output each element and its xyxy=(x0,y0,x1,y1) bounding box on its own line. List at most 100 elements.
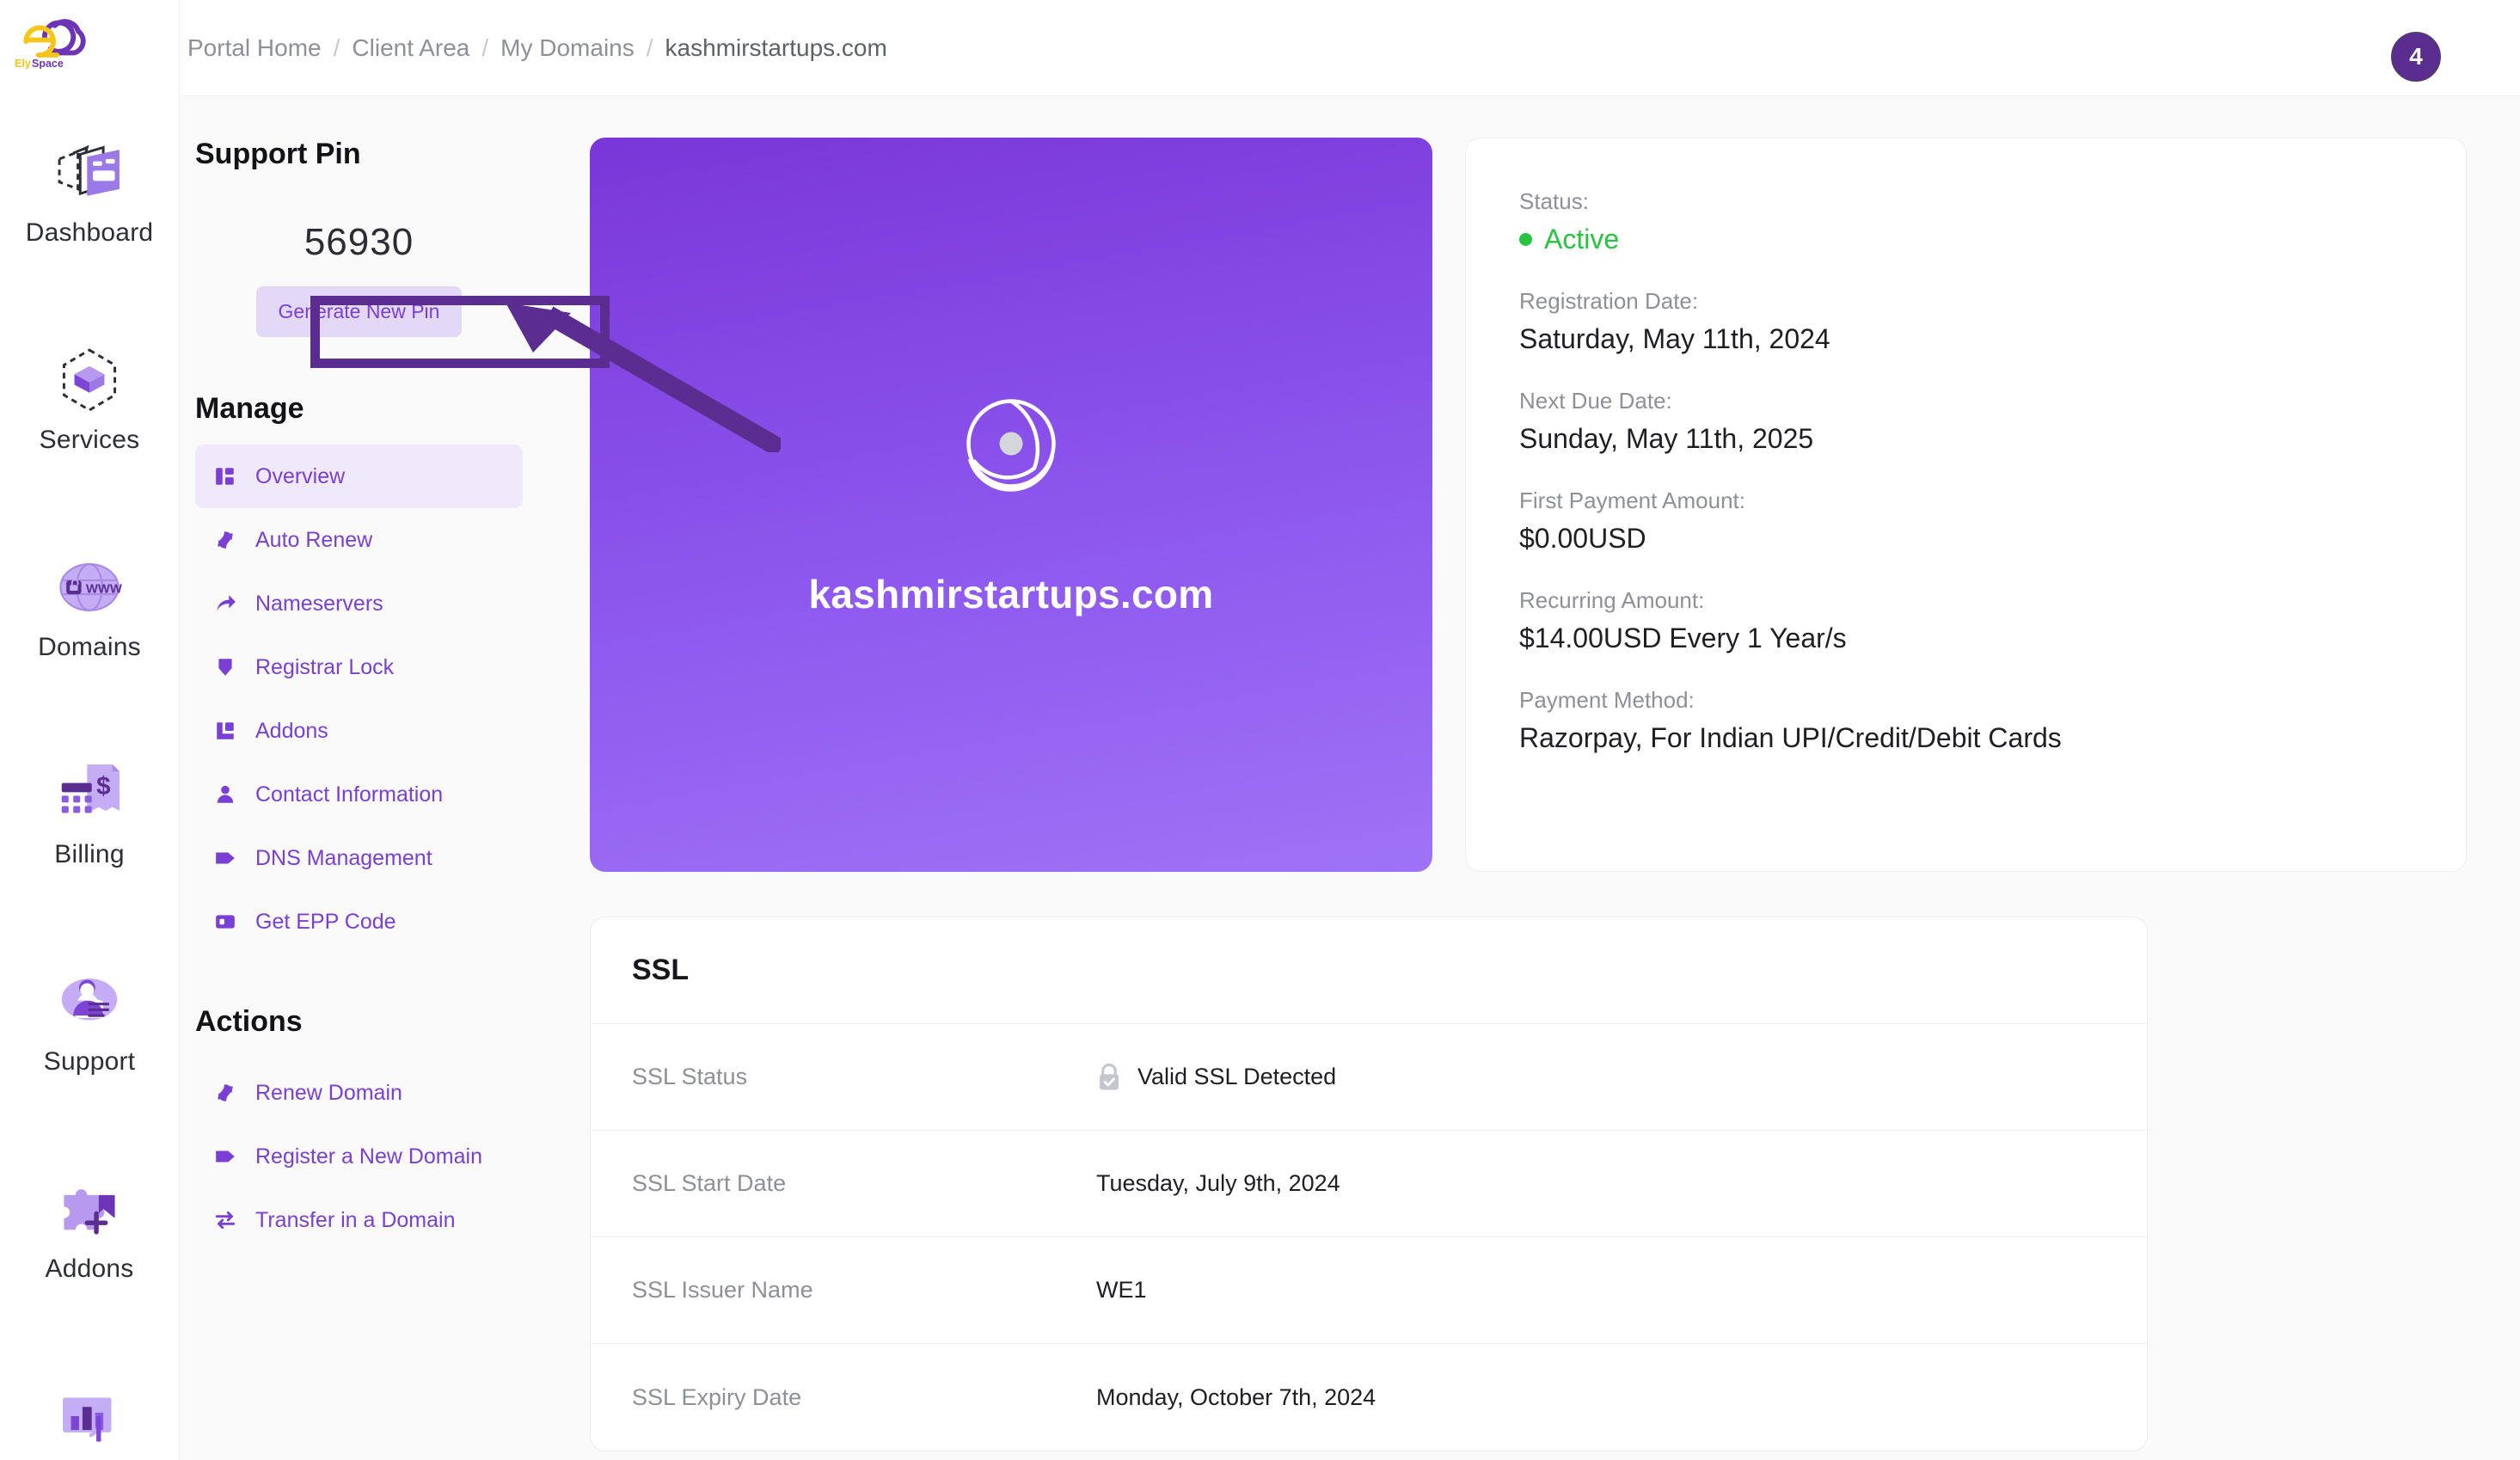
svg-text:WWW: WWW xyxy=(86,583,122,597)
sidebar-item-domains[interactable]: WWW Domains xyxy=(0,530,179,737)
addons-puzzle-plus-icon xyxy=(64,1189,115,1235)
detail-label-status: Status: xyxy=(1519,188,1589,214)
domains-globe-www-icon: WWW xyxy=(59,563,122,611)
domain-name-label: kashmirstartups.com xyxy=(808,572,1214,617)
code-box-icon xyxy=(216,915,235,929)
ssl-row-key: SSL Start Date xyxy=(632,1170,787,1196)
overview-row: kashmirstartups.com Status: Active Regis… xyxy=(590,138,2467,872)
action-item-register-new-domain[interactable]: Register a New Domain xyxy=(195,1125,523,1188)
sidebar-item-label: Support xyxy=(43,1047,136,1076)
menu-item-nameservers[interactable]: Nameservers xyxy=(195,572,523,635)
app-root: Ely Space Dashboard Services WWW Domains… xyxy=(0,0,2520,1460)
action-item-label: Transfer in a Domain xyxy=(255,1207,456,1232)
detail-label-first-payment-amount: First Payment Amount: xyxy=(1519,488,1745,513)
menu-item-get-epp-code[interactable]: Get EPP Code xyxy=(195,890,523,954)
breadcrumb-item-my-domains[interactable]: My Domains xyxy=(500,34,635,62)
sidebar-item-dashboard[interactable]: Dashboard xyxy=(0,115,179,322)
breadcrumb-separator: / xyxy=(481,34,489,61)
domain-details-card: Status: Active Registration Date: Saturd… xyxy=(1465,138,2467,872)
generate-new-pin-button[interactable]: Generate New Pin xyxy=(255,286,463,337)
main-area: Portal Home / Client Area / My Domains /… xyxy=(180,0,2520,1460)
sidebar-item-billing[interactable]: $ Billing xyxy=(0,737,179,944)
sidebar-item-label: Addons xyxy=(45,1254,134,1283)
topbar: Portal Home / Client Area / My Domains /… xyxy=(180,0,2520,96)
menu-item-label: DNS Management xyxy=(255,845,432,870)
actions-title: Actions xyxy=(195,1005,303,1038)
menu-item-overview[interactable]: Overview xyxy=(195,445,523,508)
tag-icon xyxy=(216,1150,235,1162)
detail-value-recurring-amount: $14.00USD Every 1 Year/s xyxy=(1519,623,1847,653)
menu-item-contact-information[interactable]: Contact Information xyxy=(195,763,523,826)
breadcrumb-item-portal-home[interactable]: Portal Home xyxy=(187,34,322,62)
detail-value-payment-method: Razorpay, For Indian UPI/Credit/Debit Ca… xyxy=(1519,722,2062,753)
auto-renew-icon xyxy=(218,531,233,549)
breadcrumb-separator: / xyxy=(333,34,340,61)
sidebar-item-label: Billing xyxy=(54,840,125,868)
breadcrumb: Portal Home / Client Area / My Domains /… xyxy=(187,34,887,62)
support-pin-block: 56930 Generate New Pin xyxy=(195,180,523,346)
ssl-status-text: Valid SSL Detected xyxy=(1137,1064,1337,1089)
addons-squares-icon xyxy=(217,722,234,739)
svg-text:Space: Space xyxy=(32,58,64,69)
ssl-card: SSL SSL Status Valid SSL Detected SSL St… xyxy=(590,917,2148,1451)
sidebar-item-services[interactable]: Services xyxy=(0,322,179,530)
ssl-row-key: SSL Status xyxy=(632,1064,748,1089)
ssl-row-value: Tuesday, July 9th, 2024 xyxy=(1096,1170,1340,1196)
menu-item-label: Nameservers xyxy=(255,591,383,616)
affiliates-chart-icon xyxy=(63,1397,112,1442)
action-item-label: Renew Domain xyxy=(255,1080,402,1105)
breadcrumb-item-client-area[interactable]: Client Area xyxy=(352,34,469,62)
menu-item-label: Addons xyxy=(255,718,328,743)
actions-list: Renew Domain Register a New Domain Trans… xyxy=(195,1061,523,1252)
elyspace-cloud-logo-icon: Ely Space xyxy=(15,19,86,69)
ssl-row-value: WE1 xyxy=(1096,1277,1147,1303)
notification-badge[interactable]: 4 xyxy=(2391,32,2441,82)
svg-text:Ely: Ely xyxy=(15,58,31,69)
globe-orbit-icon xyxy=(966,399,1056,492)
billing-invoice-icon: $ xyxy=(61,764,120,813)
manage-menu: Overview Auto Renew Nameservers Registra… xyxy=(195,445,523,954)
ssl-row-key: SSL Issuer Name xyxy=(632,1277,813,1303)
action-item-label: Register a New Domain xyxy=(255,1144,482,1169)
sidebar-item-support[interactable]: Support xyxy=(0,944,179,1151)
sidebar-item-label: Dashboard xyxy=(25,218,154,247)
ssl-row-key: SSL Expiry Date xyxy=(632,1383,802,1410)
detail-label-payment-method: Payment Method: xyxy=(1519,687,1695,713)
menu-item-registrar-lock[interactable]: Registrar Lock xyxy=(195,635,523,699)
support-pin-title: Support Pin xyxy=(195,138,361,170)
sidebar-item-affiliates[interactable]: Affiliates xyxy=(0,1359,179,1460)
menu-item-auto-renew[interactable]: Auto Renew xyxy=(195,508,523,572)
user-icon xyxy=(217,785,234,803)
layout-overview-icon xyxy=(216,468,234,485)
dashboard-icon xyxy=(58,144,120,196)
menu-item-label: Auto Renew xyxy=(255,527,373,552)
detail-label-next-due-date: Next Due Date: xyxy=(1519,388,1672,414)
support-pin-value: 56930 xyxy=(304,221,414,263)
action-item-transfer-in-domain[interactable]: Transfer in a Domain xyxy=(195,1188,523,1252)
shield-icon xyxy=(218,659,232,676)
right-panel: kashmirstartups.com Status: Active Regis… xyxy=(523,138,2467,1451)
menu-item-addons[interactable]: Addons xyxy=(195,699,523,763)
breadcrumb-separator: / xyxy=(646,34,653,61)
action-item-renew-domain[interactable]: Renew Domain xyxy=(195,1061,523,1125)
manage-title: Manage xyxy=(195,392,304,425)
tag-icon xyxy=(216,852,235,864)
domain-hero-card: kashmirstartups.com xyxy=(590,138,1432,872)
sidebar-item-label: Services xyxy=(39,426,140,454)
svg-text:$: $ xyxy=(96,772,111,801)
status-value: Active xyxy=(1544,224,1620,255)
menu-item-label: Registrar Lock xyxy=(255,654,395,679)
sidebar-nav: Dashboard Services WWW Domains $ Billing… xyxy=(0,115,179,1460)
menu-item-dns-management[interactable]: DNS Management xyxy=(195,826,523,890)
table-row: SSL Issuer Name WE1 xyxy=(591,1237,2147,1344)
breadcrumb-item-current-domain: kashmirstartups.com xyxy=(665,34,887,61)
sidebar-item-label: Domains xyxy=(38,633,141,661)
detail-value-first-payment-amount: $0.00USD xyxy=(1519,523,1646,554)
table-row: SSL Start Date Tuesday, July 9th, 2024 xyxy=(591,1131,2147,1237)
status-badge: Active xyxy=(1519,224,2413,255)
lock-check-icon xyxy=(1100,1063,1119,1090)
brand-logo[interactable]: Ely Space xyxy=(0,0,179,103)
menu-item-label: Contact Information xyxy=(255,782,444,807)
detail-value-registration-date: Saturday, May 11th, 2024 xyxy=(1519,323,1830,354)
sidebar-item-addons[interactable]: Addons xyxy=(0,1151,179,1359)
